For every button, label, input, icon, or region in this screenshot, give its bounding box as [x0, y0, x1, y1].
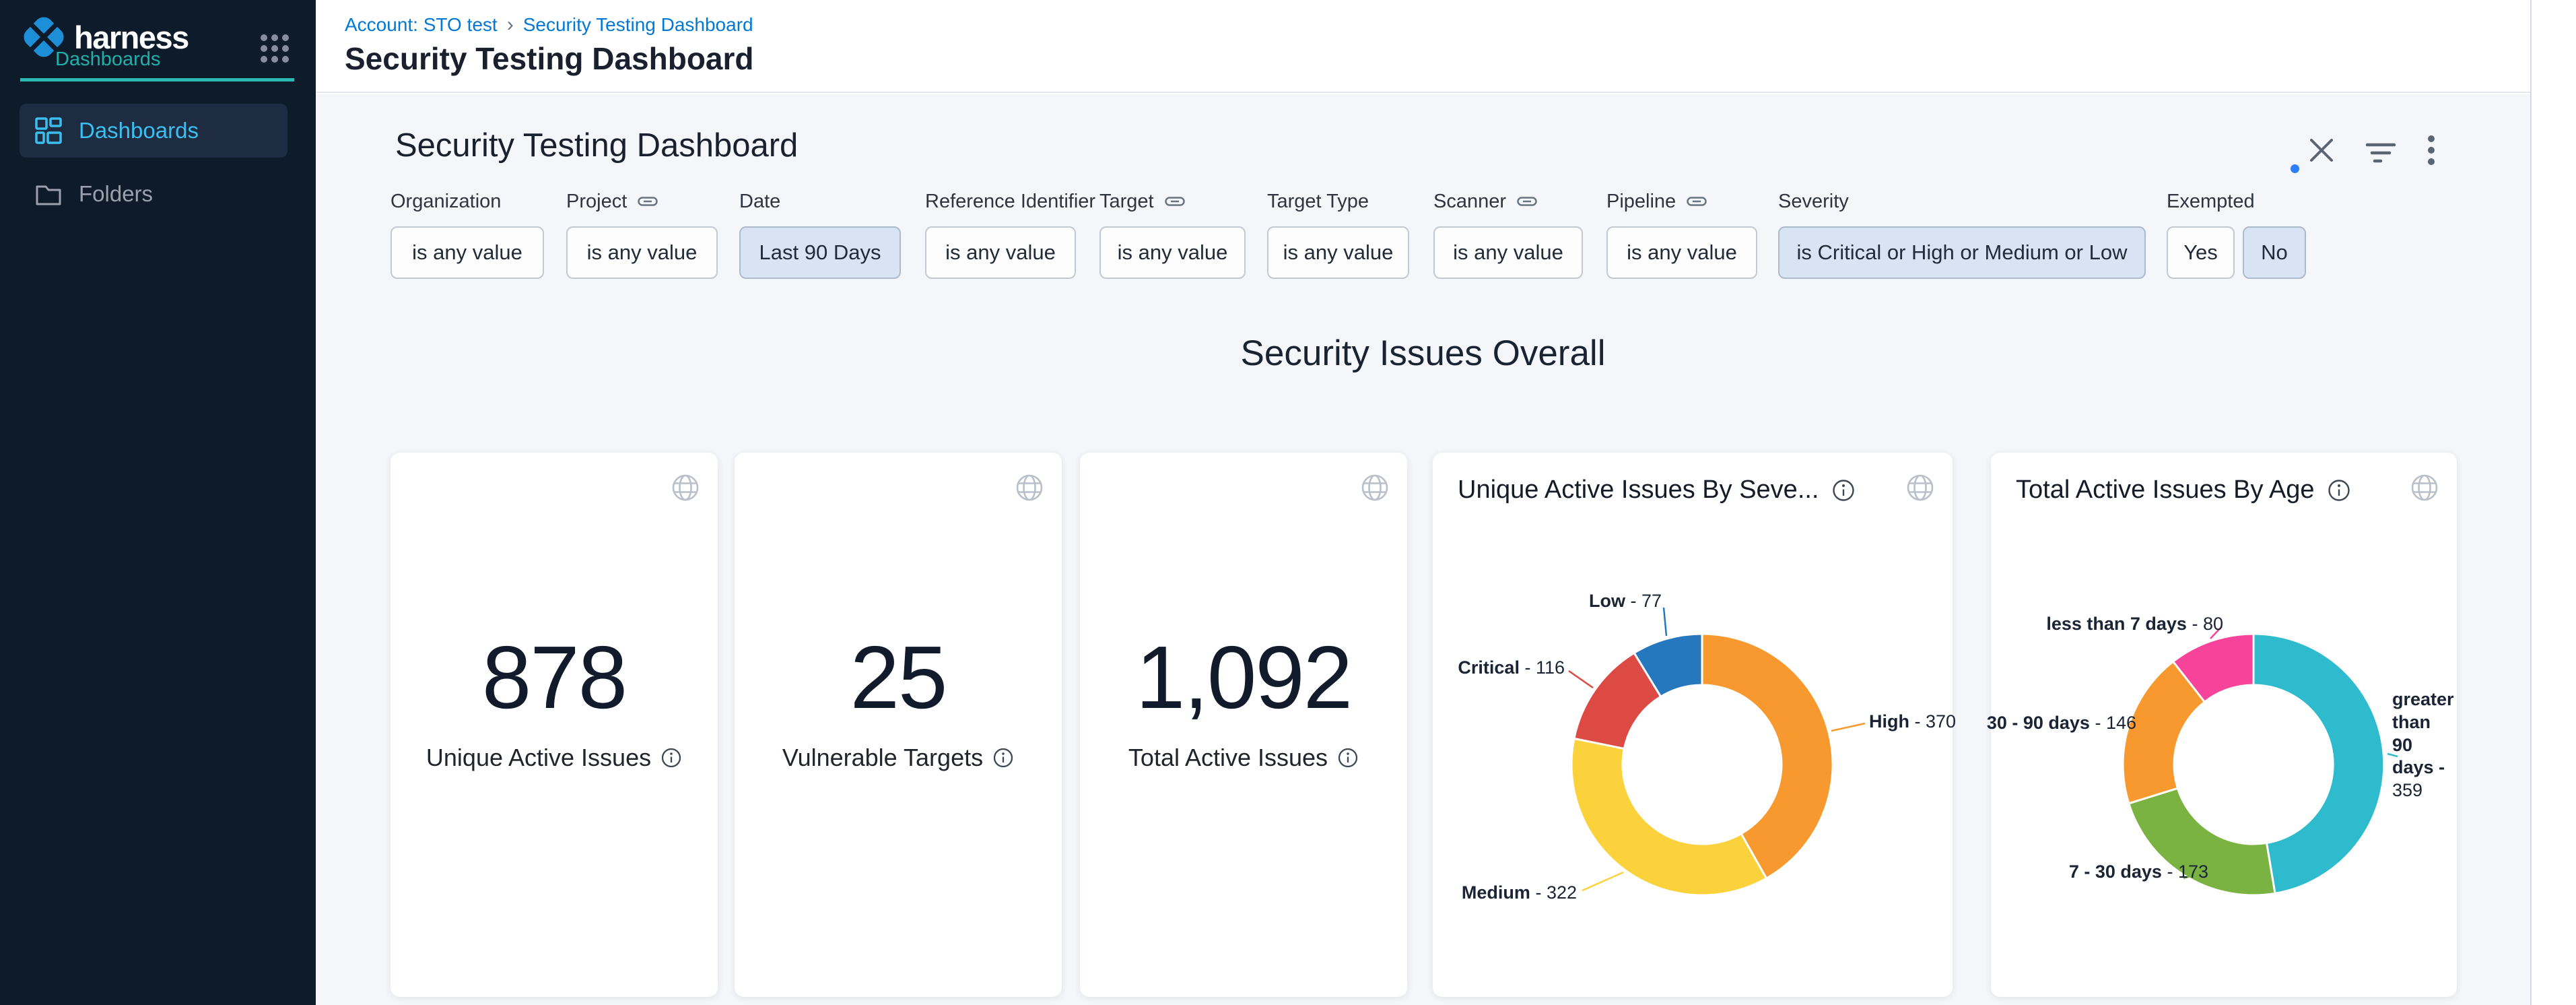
filter-label: Project [566, 190, 718, 213]
app-header: Account: STO test › Security Testing Das… [316, 0, 2530, 93]
chart-card-issues-by-age: Total Active Issues By Age less than 7 d… [1991, 453, 2457, 997]
filter-target-type: Target Type is any value [1267, 190, 1409, 279]
breadcrumb-page-link[interactable]: Security Testing Dashboard [523, 14, 753, 36]
filter-scanner: Scanner is any value [1433, 190, 1583, 279]
folder-icon [34, 180, 63, 208]
donut-label-7-30-days: 7 - 30 days - 173 [2069, 861, 2208, 884]
stat-label: Unique Active Issues [391, 744, 718, 772]
filter-project: Project is any value [566, 190, 718, 279]
info-icon[interactable] [1337, 747, 1359, 769]
filter-chip-pipeline[interactable]: is any value [1606, 226, 1757, 279]
module-grid-icon[interactable] [259, 32, 291, 65]
scrollbar-track[interactable] [2530, 0, 2576, 1005]
filter-label: Target [1099, 190, 1246, 213]
sidebar: harness Dashboards Dashboards Folders [0, 0, 316, 1005]
filter-chip-severity[interactable]: is Critical or High or Medium or Low [1778, 226, 2146, 279]
sidebar-item-label: Folders [79, 181, 153, 207]
dashboard-canvas: Security Testing Dashboard Organization … [316, 94, 2530, 1005]
stat-label: Vulnerable Targets [735, 744, 1062, 772]
stat-value: 878 [391, 633, 718, 722]
donut-label-30-90-days: 30 - 90 days - 146 [1987, 712, 2136, 735]
stat-value: 25 [735, 633, 1062, 722]
dashboard-title: Security Testing Dashboard [395, 127, 798, 164]
filter-date: Date Last 90 Days [739, 190, 901, 279]
product-label: Dashboards [55, 48, 160, 71]
info-icon[interactable] [1831, 478, 1856, 502]
chart-title: Unique Active Issues By Seve... [1458, 476, 1856, 505]
chart-title: Total Active Issues By Age [2016, 476, 2351, 505]
dashboards-grid-icon [34, 117, 63, 145]
filter-organization: Organization is any value [391, 190, 544, 279]
filter-icon[interactable] [2365, 141, 2396, 167]
link-icon [1517, 195, 1537, 208]
sidebar-divider [20, 78, 294, 82]
pointer-indicator [2291, 164, 2299, 173]
sidebar-item-label: Dashboards [79, 118, 199, 143]
filter-label: Target Type [1267, 190, 1409, 213]
section-title: Security Issues Overall [316, 333, 2530, 374]
breadcrumb-account-link[interactable]: Account: STO test [345, 14, 498, 36]
filter-label: Severity [1778, 190, 2146, 213]
stat-card-unique-active-issues: 878 Unique Active Issues [391, 453, 718, 997]
stat-card-total-active-issues: 1,092 Total Active Issues [1080, 453, 1407, 997]
filter-chip-target[interactable]: is any value [1099, 226, 1246, 279]
link-icon [1687, 195, 1707, 208]
donut-label-low: Low - 77 [1589, 590, 1662, 613]
filter-chip-exempted-no[interactable]: No [2243, 226, 2306, 279]
donut-label-medium: Medium - 322 [1462, 882, 1577, 905]
globe-icon [2410, 473, 2439, 502]
filter-reference-identifier: Reference Identifier is any value [925, 190, 1095, 279]
filter-label: Date [739, 190, 901, 213]
filter-label: Pipeline [1606, 190, 1757, 213]
chevron-right-icon: › [507, 13, 514, 36]
link-icon [638, 195, 658, 208]
donut-label-greater-than-90-days: greater than 90 days - 359 [2392, 688, 2453, 802]
globe-icon [1015, 473, 1044, 502]
stat-card-vulnerable-targets: 25 Vulnerable Targets [735, 453, 1062, 997]
sidebar-item-dashboards[interactable]: Dashboards [20, 104, 287, 158]
donut-label-critical: Critical - 116 [1458, 657, 1565, 680]
filter-pipeline: Pipeline is any value [1606, 190, 1757, 279]
globe-icon [671, 473, 700, 502]
donut-label-less-than-7-days: less than 7 days - 80 [2046, 613, 2223, 636]
filter-chip-date[interactable]: Last 90 Days [739, 226, 901, 279]
filter-exempted: Exempted Yes No [2167, 190, 2306, 279]
close-icon[interactable] [2307, 136, 2336, 164]
globe-icon [1905, 473, 1935, 502]
filter-severity: Severity is Critical or High or Medium o… [1778, 190, 2146, 279]
filter-target: Target is any value [1099, 190, 1246, 279]
filter-label: Exempted [2167, 190, 2306, 213]
info-icon[interactable] [660, 747, 682, 769]
info-icon[interactable] [2327, 478, 2351, 502]
link-icon [1165, 195, 1185, 208]
filter-label: Organization [391, 190, 544, 213]
donut-label-high: High - 370 [1869, 711, 1956, 734]
filter-chip-target-type[interactable]: is any value [1267, 226, 1409, 279]
filter-chip-reference-identifier[interactable]: is any value [925, 226, 1076, 279]
filter-chip-scanner[interactable]: is any value [1433, 226, 1583, 279]
filter-label: Scanner [1433, 190, 1583, 213]
chart-card-issues-by-severity: Unique Active Issues By Seve... Low - 77… [1433, 453, 1953, 997]
stat-label: Total Active Issues [1080, 744, 1407, 772]
info-icon[interactable] [992, 747, 1014, 769]
globe-icon [1360, 473, 1390, 502]
page-title: Security Testing Dashboard [345, 40, 754, 77]
filter-chip-project[interactable]: is any value [566, 226, 718, 279]
filter-label: Reference Identifier [925, 190, 1095, 213]
sidebar-item-folders[interactable]: Folders [20, 167, 287, 221]
kebab-menu-icon[interactable] [2427, 135, 2435, 166]
breadcrumb: Account: STO test › Security Testing Das… [345, 13, 753, 36]
filter-chip-organization[interactable]: is any value [391, 226, 544, 279]
filter-chip-exempted-yes[interactable]: Yes [2167, 226, 2235, 279]
stat-value: 1,092 [1080, 633, 1407, 722]
